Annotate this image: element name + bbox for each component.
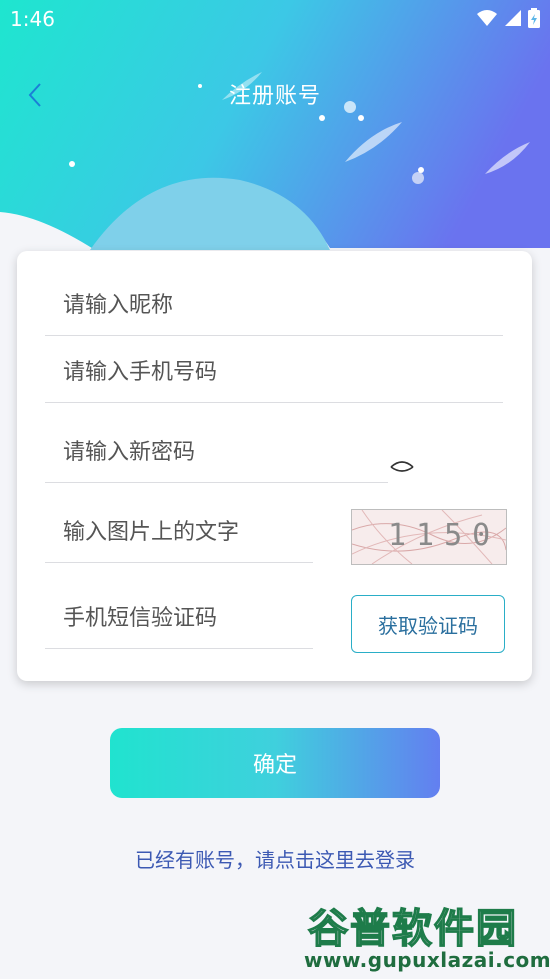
header-background [0, 0, 550, 260]
phone-field[interactable] [45, 343, 503, 403]
captcha-input[interactable] [61, 519, 313, 546]
watermark: 谷普软件园 www.gupuxlazai.com [300, 892, 550, 979]
wifi-icon [477, 10, 497, 26]
phone-input[interactable] [61, 359, 503, 386]
registration-form-card: 1150 获取验证码 [17, 251, 532, 681]
captcha-image[interactable]: 1150 [351, 509, 507, 565]
nickname-field[interactable] [45, 276, 503, 336]
password-field[interactable] [45, 423, 388, 483]
captcha-text: 1150 [388, 518, 501, 553]
sms-code-input[interactable] [61, 605, 313, 632]
watermark-title: 谷普软件园 [307, 905, 518, 953]
page-title: 注册账号 [228, 84, 321, 109]
sms-code-field[interactable] [45, 589, 313, 649]
nickname-input[interactable] [61, 292, 503, 319]
battery-icon [528, 8, 540, 28]
go-to-login-link[interactable]: 已经有账号，请点击这里去登录 [0, 844, 550, 873]
signal-icon [505, 10, 521, 26]
password-input[interactable] [61, 439, 388, 466]
password-visibility-toggle[interactable] [389, 459, 415, 475]
watermark-url: www.gupuxlazai.com [304, 948, 550, 972]
get-sms-code-button[interactable]: 获取验证码 [351, 595, 505, 653]
status-bar: 1:46 [0, 0, 550, 38]
captcha-field[interactable] [45, 503, 313, 563]
status-time: 1:46 [10, 7, 55, 31]
eye-closed-icon [390, 461, 414, 472]
status-icons [476, 8, 540, 28]
header-banner: 1:46 注册账号 [0, 0, 550, 260]
confirm-button[interactable]: 确定 [110, 728, 440, 798]
